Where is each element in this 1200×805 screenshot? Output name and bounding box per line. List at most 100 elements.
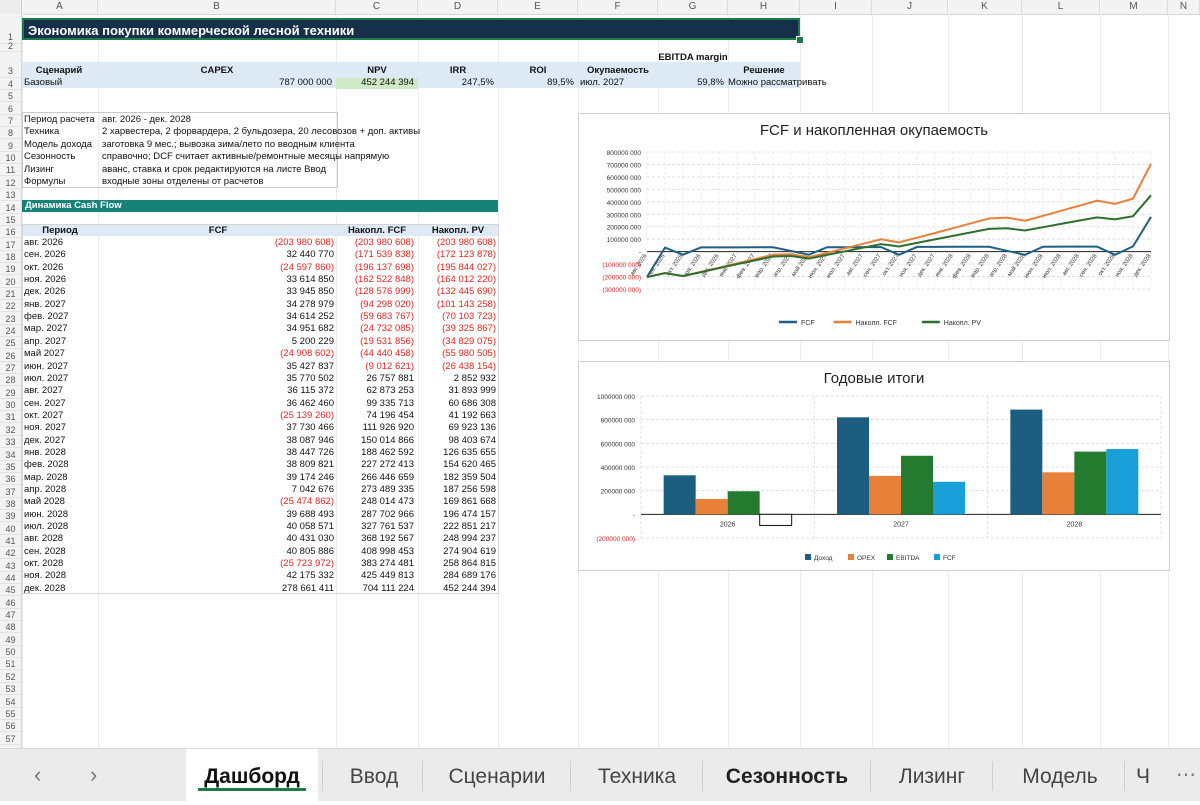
cashflow-cell[interactable]: (25 723 972) xyxy=(98,558,334,570)
summary-value[interactable]: Базовый xyxy=(24,77,92,89)
cashflow-cell[interactable]: 273 489 335 xyxy=(336,484,414,496)
column-header[interactable]: H xyxy=(728,0,800,14)
row-header[interactable]: 46 xyxy=(0,597,21,609)
cashflow-cell[interactable]: 33 945 850 xyxy=(98,286,334,298)
cashflow-cell[interactable]: (39 325 867) xyxy=(418,323,496,335)
cashflow-cell[interactable]: (25 474 862) xyxy=(98,496,334,508)
row-header[interactable]: 18 xyxy=(0,251,21,263)
cashflow-cell[interactable]: ноя. 2027 xyxy=(24,422,96,434)
row-header[interactable]: 8 xyxy=(0,127,21,140)
cashflow-cell[interactable]: ноя. 2028 xyxy=(24,570,96,582)
sheet-tab[interactable]: Ч xyxy=(1128,749,1158,801)
column-header[interactable]: N xyxy=(1168,0,1200,14)
summary-value[interactable]: 452 244 394 xyxy=(336,77,414,89)
cashflow-cell[interactable]: мар. 2028 xyxy=(24,472,96,484)
row-header[interactable]: 54 xyxy=(0,696,21,708)
cashflow-cell[interactable]: 38 087 946 xyxy=(98,435,334,447)
row-header[interactable]: 26 xyxy=(0,350,21,362)
column-header[interactable]: C xyxy=(336,0,418,14)
column-header[interactable]: M xyxy=(1100,0,1168,14)
cashflow-cell[interactable]: (25 139 260) xyxy=(98,410,334,422)
cashflow-cell[interactable]: май 2028 xyxy=(24,496,96,508)
row-header[interactable]: 12 xyxy=(0,177,21,189)
cashflow-cell[interactable]: май 2027 xyxy=(24,348,96,360)
cashflow-cell[interactable]: 38 809 821 xyxy=(98,459,334,471)
row-header[interactable]: 6 xyxy=(0,103,21,115)
column-header[interactable]: A xyxy=(22,0,98,14)
fill-handle[interactable] xyxy=(796,36,804,44)
row-header[interactable]: 29 xyxy=(0,387,21,399)
cashflow-cell[interactable]: июл. 2028 xyxy=(24,521,96,533)
cashflow-cell[interactable]: 39 688 493 xyxy=(98,509,334,521)
cashflow-cell[interactable]: мар. 2027 xyxy=(24,323,96,335)
row-header[interactable]: 52 xyxy=(0,671,21,683)
cashflow-cell[interactable]: 704 111 224 xyxy=(336,583,414,595)
cashflow-cell[interactable]: 182 359 504 xyxy=(418,472,496,484)
cashflow-cell[interactable]: 284 689 176 xyxy=(418,570,496,582)
cashflow-cell[interactable]: 188 462 592 xyxy=(336,447,414,459)
row-header[interactable]: 47 xyxy=(0,609,21,622)
cashflow-cell[interactable]: (203 980 608) xyxy=(98,237,334,249)
row-header[interactable]: 9 xyxy=(0,140,21,152)
row-header[interactable]: 37 xyxy=(0,486,21,498)
row-header[interactable]: 41 xyxy=(0,535,21,547)
cashflow-cell[interactable]: окт. 2026 xyxy=(24,262,96,274)
cashflow-cell[interactable]: 169 861 668 xyxy=(418,496,496,508)
row-header[interactable]: 44 xyxy=(0,572,21,584)
info-value[interactable]: входные зоны отделены от расчетов xyxy=(102,176,502,188)
row-header[interactable]: 24 xyxy=(0,325,21,337)
row-header[interactable]: 27 xyxy=(0,362,21,375)
cashflow-cell[interactable]: (172 123 878) xyxy=(418,249,496,261)
cashflow-cell[interactable]: дек. 2026 xyxy=(24,286,96,298)
cashflow-cell[interactable]: (55 980 505) xyxy=(418,348,496,360)
cashflow-cell[interactable]: 452 244 394 xyxy=(418,583,496,595)
summary-value[interactable]: 247,5% xyxy=(418,77,494,89)
cashflow-cell[interactable]: 41 192 663 xyxy=(418,410,496,422)
cashflow-cell[interactable]: (24 732 085) xyxy=(336,323,414,335)
annual-bar-chart[interactable]: Годовые итоги (200000 000) -200000 000 400… xyxy=(578,361,1170,571)
tab-scroll-right-icon[interactable]: › xyxy=(90,749,97,801)
row-header[interactable]: 14 xyxy=(0,202,21,214)
cashflow-cell[interactable]: 69 923 136 xyxy=(418,422,496,434)
cashflow-cell[interactable]: июн. 2028 xyxy=(24,509,96,521)
row-header[interactable]: 39 xyxy=(0,510,21,523)
cashflow-cell[interactable]: 287 702 966 xyxy=(336,509,414,521)
cashflow-cell[interactable]: фев. 2028 xyxy=(24,459,96,471)
cashflow-cell[interactable]: авг. 2028 xyxy=(24,533,96,545)
row-header[interactable]: 3 xyxy=(0,52,21,78)
row-header[interactable]: 31 xyxy=(0,411,21,424)
sheet-tab[interactable]: Ввод xyxy=(326,749,422,801)
cashflow-cell[interactable]: 258 864 815 xyxy=(418,558,496,570)
cashflow-cell[interactable]: (44 440 458) xyxy=(336,348,414,360)
cashflow-cell[interactable]: (164 012 220) xyxy=(418,274,496,286)
row-header[interactable]: 48 xyxy=(0,621,21,634)
cashflow-cell[interactable]: ноя. 2026 xyxy=(24,274,96,286)
row-header[interactable]: 56 xyxy=(0,720,21,733)
row-header[interactable]: 2 xyxy=(0,40,21,52)
sheet-tab[interactable]: Лизинг xyxy=(874,749,990,801)
cashflow-cell[interactable]: окт. 2028 xyxy=(24,558,96,570)
info-value[interactable]: 2 харвестера, 2 форвардера, 2 бульдозера… xyxy=(102,126,502,138)
cashflow-cell[interactable]: 40 431 030 xyxy=(98,533,334,545)
row-header[interactable]: 23 xyxy=(0,313,21,325)
row-header[interactable]: 25 xyxy=(0,337,21,350)
cashflow-cell[interactable]: (128 576 999) xyxy=(336,286,414,298)
row-header[interactable]: 42 xyxy=(0,547,21,560)
row-header[interactable]: 57 xyxy=(0,733,21,745)
cashflow-cell[interactable]: апр. 2027 xyxy=(24,336,96,348)
cashflow-cell[interactable]: янв. 2027 xyxy=(24,299,96,311)
row-header[interactable]: 53 xyxy=(0,683,21,696)
row-header[interactable]: 28 xyxy=(0,374,21,387)
cashflow-cell[interactable]: 187 256 598 xyxy=(418,484,496,496)
cashflow-cell[interactable]: 42 175 332 xyxy=(98,570,334,582)
cashflow-cell[interactable]: 248 994 237 xyxy=(418,533,496,545)
row-header[interactable]: 13 xyxy=(0,189,21,202)
spreadsheet[interactable]: ABCDEFGHIJKLMN 1 2 3 4 5 6 7 8 9 10 11 12 13 14 15 16 17… xyxy=(0,0,1200,748)
column-header[interactable]: K xyxy=(948,0,1022,14)
cashflow-cell[interactable]: 5 200 229 xyxy=(98,336,334,348)
cashflow-cell[interactable]: 34 614 252 xyxy=(98,311,334,323)
cashflow-cell[interactable]: сен. 2028 xyxy=(24,546,96,558)
cashflow-cell[interactable]: 274 904 619 xyxy=(418,546,496,558)
cashflow-cell[interactable]: 278 661 411 xyxy=(98,583,334,595)
row-header[interactable]: 33 xyxy=(0,436,21,449)
